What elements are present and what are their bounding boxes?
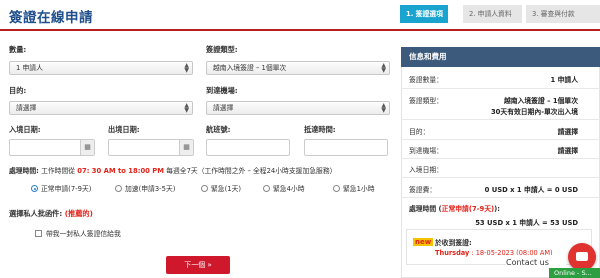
purpose-select[interactable]: 請選擇 ▲ ▼ (9, 101, 193, 115)
flight-label: 航班號: (206, 125, 231, 134)
next-button[interactable]: 下一個 » (166, 256, 230, 274)
private-option-label: 帶我一封私人簽證信給我 (46, 230, 121, 238)
notice-title: 於收到簽證: (435, 239, 472, 247)
calendar-icon[interactable]: ▦ (80, 140, 94, 155)
page-title: 簽證在線申請 (9, 10, 93, 26)
select-arrows-icon: ▲ ▼ (381, 62, 386, 74)
select-arrows-icon: ▲ ▼ (381, 102, 386, 114)
radio-label: 緊急(1天) (211, 185, 242, 193)
radio-icon[interactable] (263, 185, 270, 192)
summary-processing-label: 處理時間 (正常申請(7-9天)): (409, 203, 500, 213)
processing-option-urgent-4h[interactable]: 緊急4小時 (263, 183, 305, 193)
summary-visa-type-value: 越南入境簽證 – 1個單次 (503, 97, 578, 105)
divider (401, 88, 600, 89)
divider (401, 197, 600, 198)
private-recommended: (推薦的) (64, 209, 93, 218)
processing-hours: 07: 30 AM to 18:00 PM (77, 167, 165, 175)
checkbox-icon[interactable] (35, 230, 42, 237)
entry-date-input[interactable]: ▦ (9, 139, 95, 156)
flight-number-input[interactable] (206, 139, 290, 156)
processing-option-urgent-1day[interactable]: 緊急(1天) (201, 183, 241, 193)
purpose-value: 請選擇 (16, 104, 37, 112)
arrival-time-input[interactable] (304, 139, 388, 156)
summary-visa-type-label: 簽證類型： (409, 97, 443, 105)
divider (401, 139, 600, 140)
visa-type-select[interactable]: 越南入境簽證 – 1個單次 ▲ ▼ (206, 61, 390, 75)
summary-entry-date-label: 入境日期： (409, 166, 443, 174)
summary-processing-fee: 53 USD x 1 申請人 = 53 USD (475, 219, 578, 227)
summary-visa-fee-value: 0 USD x 1 申請人 = 0 USD (484, 186, 578, 194)
processing-label-close: ): (494, 205, 500, 213)
processing-option-urgent-1h[interactable]: 緊急1小時 (333, 183, 375, 193)
purpose-label: 目的: (9, 86, 27, 95)
processing-value: 正常申請(7-9天) (441, 205, 495, 213)
summary-quantity-value: 1 申請人 (550, 76, 579, 84)
step-applicant-info[interactable]: 2. 申請人資料 (463, 5, 522, 23)
airport-label: 到達機場: (206, 86, 238, 95)
notice-day: Thursday (435, 249, 470, 257)
processing-option-expedite[interactable]: 加速(申請3-5天) (115, 183, 175, 193)
radio-icon[interactable] (201, 185, 208, 192)
visa-type-label: 簽證類型: (206, 45, 238, 54)
step-review-payment[interactable]: 3. 審查與付款 (526, 5, 600, 23)
radio-label: 緊急4小時 (273, 185, 305, 193)
summary-title: 信息和費用 (401, 47, 600, 67)
processing-option-normal[interactable]: 正常申請(7-9天) (31, 183, 91, 193)
calendar-icon[interactable]: ▦ (179, 140, 193, 155)
airport-select[interactable]: 請選擇 ▲ ▼ (206, 101, 390, 115)
summary-visa-validity: 30天有效日期內-單次出入境 (490, 108, 578, 116)
private-letter-option[interactable]: 帶我一封私人簽證信給我 (35, 228, 121, 238)
select-arrows-icon: ▲ ▼ (184, 62, 189, 74)
summary-airport-label: 到達機場： (409, 147, 443, 155)
exit-date-label: 出境日期: (108, 125, 140, 134)
summary-airport-value: 請選擇 (557, 147, 578, 155)
processing-label-open: 處理時間 ( (409, 205, 442, 213)
divider (401, 177, 600, 178)
divider (401, 158, 600, 159)
processing-time-info: 處理時間: 工作時間從 07: 30 AM to 18:00 PM 每週全7天（… (9, 165, 336, 175)
radio-icon[interactable] (115, 185, 122, 192)
chat-icon[interactable] (568, 243, 596, 271)
processing-prefix: 工作時間從 (41, 167, 76, 175)
private-letter-label: 選擇私人批函件: (推薦的) (9, 209, 93, 219)
divider (401, 119, 600, 120)
radio-label: 加速(申請3-5天) (125, 185, 176, 193)
online-chat-tab[interactable]: Online - S... (549, 268, 600, 278)
summary-visa-fee-label: 簽證費： (409, 186, 437, 194)
quantity-value: 1 申請人 (16, 64, 43, 72)
step-visa-options[interactable]: 1. 簽證選項 (400, 5, 448, 23)
entry-date-label: 入境日期: (9, 125, 41, 134)
visa-type-value: 越南入境簽證 – 1個單次 (213, 64, 287, 72)
new-badge-icon: new (413, 238, 434, 246)
summary-purpose-label: 目的： (409, 128, 430, 136)
airport-value: 請選擇 (213, 104, 234, 112)
summary-quantity-label: 簽證數量： (409, 76, 443, 84)
processing-suffix: 每週全7天（工作時間之外 – 全程24小時支援加急服務） (166, 167, 337, 175)
select-arrows-icon: ▲ ▼ (184, 102, 189, 114)
summary-purpose-value: 請選擇 (557, 128, 578, 136)
arrival-time-label: 抵達時間: (304, 125, 336, 134)
radio-label: 緊急1小時 (343, 185, 375, 193)
radio-label: 正常申請(7-9天) (41, 185, 92, 193)
radio-icon[interactable] (333, 185, 340, 192)
exit-date-input[interactable]: ▦ (108, 139, 194, 156)
quantity-select[interactable]: 1 申請人 ▲ ▼ (9, 61, 193, 75)
processing-label: 處理時間: (9, 167, 39, 175)
header-divider (0, 29, 600, 31)
quantity-label: 數量: (9, 45, 27, 54)
private-label-text: 選擇私人批函件: (9, 209, 63, 218)
radio-selected-icon[interactable] (31, 185, 38, 192)
